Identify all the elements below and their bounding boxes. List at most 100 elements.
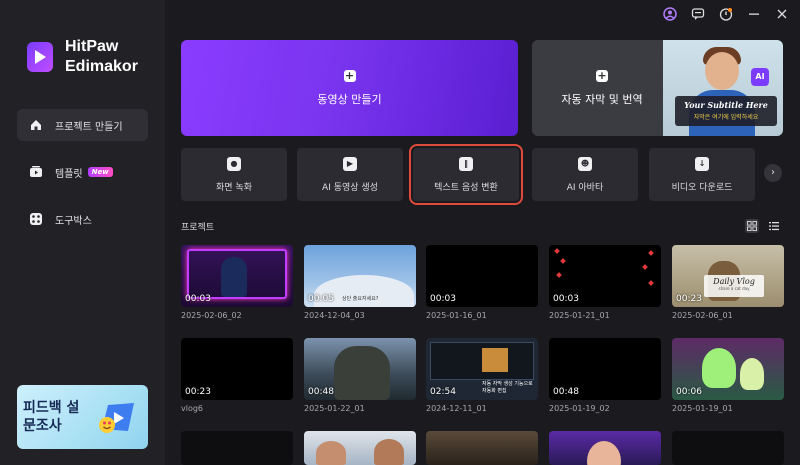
project-thumbnail[interactable]: 자동 자막 생성 기능으로 자동화 편집 02:54 (426, 338, 538, 400)
thumb-overlay-text: 상단 출요자세요? (342, 296, 379, 302)
duration-label: 02:54 (430, 387, 456, 397)
heart-icon (642, 264, 648, 270)
heart-icon (554, 248, 560, 254)
view-toggles (745, 219, 781, 233)
thumb-art (702, 348, 736, 388)
project-thumbnail[interactable] (426, 431, 538, 465)
subtitle-promo-image: AI Your Subtitle Here 자막은 여기에 입력하세요 (663, 40, 783, 136)
tool-label: 비디오 다운로드 (671, 182, 733, 193)
list-view-icon[interactable] (767, 219, 781, 233)
project-thumbnail[interactable]: 00:48 (549, 338, 661, 400)
heart-icon (560, 258, 566, 264)
project-name: 2024-12-04_03 (304, 311, 365, 320)
projects-title: 프로젝트 (181, 223, 215, 233)
project-thumbnail[interactable] (549, 431, 661, 465)
person-head (705, 52, 739, 90)
feedback-text: 피드백 설 문조사 (23, 399, 79, 435)
thumb-art (740, 358, 764, 390)
duration-label: 00:23 (185, 387, 211, 397)
project-thumbnail[interactable] (181, 431, 293, 465)
project-thumbnail[interactable]: 00:03 (549, 245, 661, 307)
plus-icon: + (596, 68, 608, 82)
duration-label: 00:06 (676, 387, 702, 397)
auto-subtitle-card[interactable]: + 자동 자막 및 번역 AI Your Subtitle Here 자막은 여… (532, 40, 783, 136)
duration-label: 00:23 (676, 294, 702, 304)
create-video-label: 동영상 만들기 (317, 92, 382, 106)
account-icon[interactable] (662, 6, 678, 22)
sidebar-nav: 프로젝트 만들기 템플릿 New 도구박스 (17, 109, 148, 250)
feedback-survey-banner[interactable]: 피드백 설 문조사 (17, 385, 148, 449)
tool-screen-record[interactable]: ● 화면 녹화 (181, 148, 287, 201)
thumb-art (221, 257, 247, 297)
app-name: HitPaw Edimakor (65, 37, 138, 77)
plus-icon: + (343, 68, 356, 82)
project-thumbnail[interactable] (672, 431, 784, 465)
project-name: 2024-12-11_01 (426, 404, 487, 413)
template-icon (29, 165, 43, 179)
tool-ai-avatar[interactable]: ☻ AI 아바타 (532, 148, 638, 201)
toolbox-icon (29, 212, 43, 226)
sidebar: HitPaw Edimakor 프로젝트 만들기 템플릿 New 도구박스 피드… (0, 0, 165, 465)
duration-label: 00:03 (185, 294, 211, 304)
duration-label: 00:05 (308, 294, 334, 304)
project-thumbnail[interactable]: Daily Vlog share a cat day 00:23 (672, 245, 784, 307)
notification-icon[interactable] (718, 6, 734, 22)
project-thumbnail[interactable]: 00:03 (426, 245, 538, 307)
ai-video-icon: ▶ (343, 156, 357, 171)
project-thumbnail[interactable]: 00:03 (181, 245, 293, 307)
avatar-icon: ☻ (578, 156, 592, 171)
logo-icon (27, 42, 53, 72)
window-toolbar (662, 6, 790, 22)
sidebar-item-label: 템플릿 (55, 168, 83, 180)
tool-video-download[interactable]: ↓ 비디오 다운로드 (649, 148, 755, 201)
tool-text-to-speech[interactable]: ‖ 텍스트 음성 변환 (409, 144, 523, 205)
tool-label: AI 아바타 (566, 182, 604, 193)
thumb-overlay: Daily Vlog share a cat day (704, 275, 764, 297)
minimize-icon[interactable] (746, 6, 762, 22)
thumb-overlay-text: 자동 자막 생성 기능으로 자동화 편집 (482, 381, 533, 394)
app-name-line1: HitPaw (65, 38, 119, 55)
heart-icon (648, 250, 654, 256)
sidebar-item-create-project[interactable]: 프로젝트 만들기 (17, 109, 148, 141)
home-icon (29, 118, 43, 132)
screen-record-icon: ● (227, 156, 241, 171)
tool-label: 화면 녹화 (216, 182, 252, 193)
project-thumbnail[interactable] (304, 431, 416, 465)
project-name: 2025-01-21_01 (549, 311, 610, 320)
create-video-card[interactable]: + 동영상 만들기 (181, 40, 518, 136)
tool-label: 텍스트 음성 변환 (434, 182, 498, 193)
project-thumbnail[interactable]: 00:23 (181, 338, 293, 400)
close-icon[interactable] (774, 6, 790, 22)
project-thumbnail[interactable]: 상단 출요자세요? 00:05 (304, 245, 416, 307)
sample-subtitle-main: Your Subtitle Here (684, 100, 768, 110)
sample-subtitle-sub: 자막은 여기에 입력하세요 (693, 114, 759, 121)
sample-subtitle: Your Subtitle Here 자막은 여기에 입력하세요 (675, 96, 777, 126)
project-name: 2025-02-06_01 (672, 311, 733, 320)
auto-subtitle-label: 자동 자막 및 번역 (561, 92, 643, 106)
grid-view-icon[interactable] (745, 219, 759, 233)
tool-ai-video[interactable]: ▶ AI 동영상 생성 (297, 148, 403, 201)
sidebar-item-toolbox[interactable]: 도구박스 (17, 203, 148, 235)
project-name: 2025-01-19_02 (549, 404, 610, 413)
new-badge: New (87, 167, 113, 177)
feedback-emoji-icon (98, 401, 138, 435)
app-name-line2: Edimakor (65, 58, 138, 75)
thumb-art (374, 439, 404, 465)
feedback-line1: 피드백 설 (23, 400, 80, 416)
sidebar-item-label: 프로젝트 만들기 (55, 121, 123, 133)
duration-label: 00:03 (553, 294, 579, 304)
duration-label: 00:48 (308, 387, 334, 397)
sidebar-item-templates[interactable]: 템플릿 New (17, 156, 148, 188)
feedback-icon[interactable] (690, 6, 706, 22)
project-thumbnail[interactable]: 00:48 (304, 338, 416, 400)
heart-icon (556, 272, 562, 278)
tool-label: AI 동영상 생성 (322, 182, 378, 193)
thumb-art (316, 441, 346, 465)
chevron-right-icon[interactable]: › (764, 164, 782, 182)
thumb-overlay-sub: share a cat day (718, 286, 750, 291)
text-to-speech-icon: ‖ (459, 156, 473, 171)
sidebar-item-label: 도구박스 (55, 215, 92, 227)
thumb-art (482, 348, 508, 372)
project-name: vlog6 (181, 404, 204, 413)
project-thumbnail[interactable]: 00:06 (672, 338, 784, 400)
